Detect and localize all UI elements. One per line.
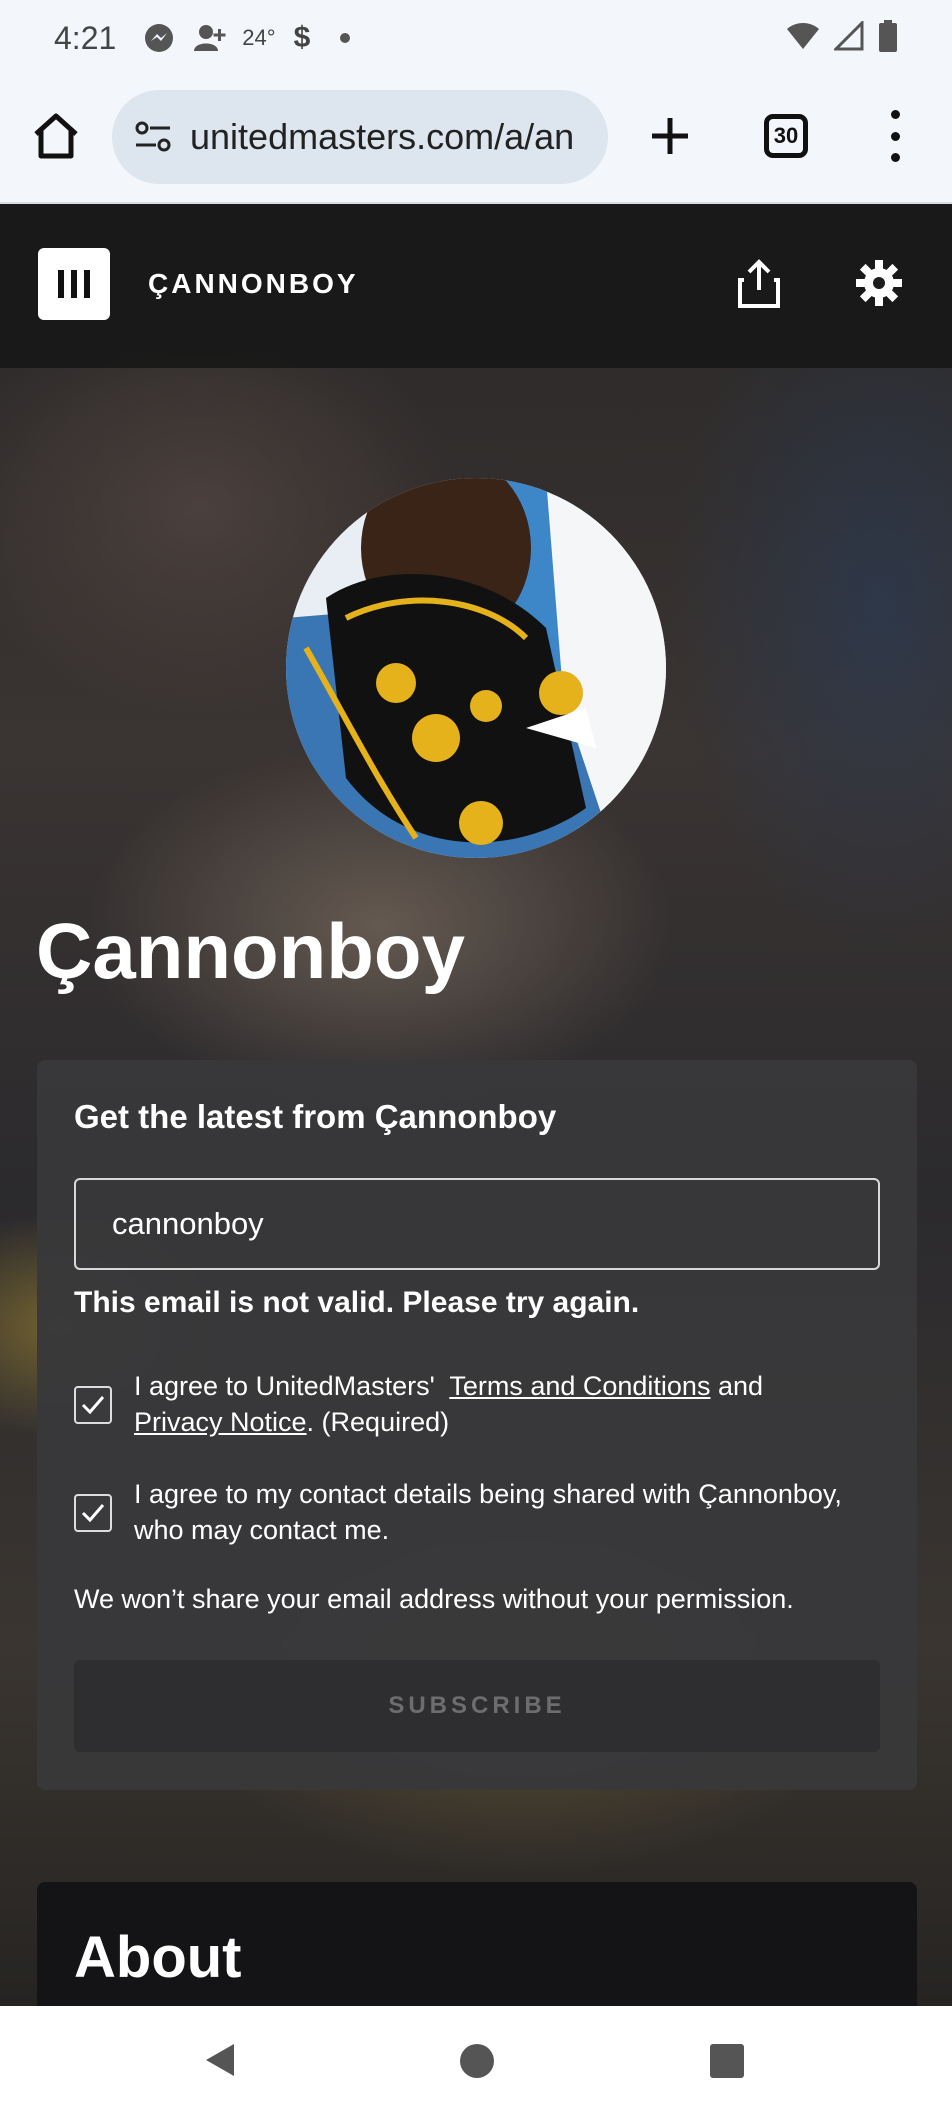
signal-icon <box>832 18 864 56</box>
about-title: About <box>74 1925 242 1990</box>
site-header: ÇANNONBOY <box>0 206 952 368</box>
site-name: ÇANNONBOY <box>148 268 359 299</box>
unitedmasters-logo[interactable] <box>38 248 110 320</box>
terms-link[interactable]: Terms and Conditions <box>449 1371 710 1401</box>
terms-checkbox[interactable] <box>74 1386 112 1424</box>
url-text: unitedmasters.com/a/an <box>190 116 575 157</box>
terms-consent-label: I agree to UnitedMasters' Terms and Cond… <box>134 1368 854 1440</box>
home-icon[interactable] <box>30 110 82 162</box>
artist-page: ÇANNONBOY Çannonboy Get the latest from … <box>0 206 952 2006</box>
dollar-icon: $ <box>293 21 311 54</box>
subscribe-card: Get the latest from Çannonboy This email… <box>37 1060 917 1790</box>
privacy-suffix: . (Required) <box>306 1407 450 1437</box>
site-settings-icon[interactable] <box>132 115 176 159</box>
terms-prefix: I agree to UnitedMasters' <box>134 1371 435 1401</box>
checkmark-icon <box>81 1504 105 1523</box>
subscribe-button[interactable]: SUBSCRIBE <box>74 1660 880 1752</box>
artist-name: Çannonboy <box>36 907 465 995</box>
home-circle-icon[interactable] <box>460 2044 494 2078</box>
artist-avatar <box>286 478 666 858</box>
tab-switcher-button[interactable]: 30 <box>764 114 808 158</box>
contact-consent-checkbox[interactable] <box>74 1494 112 1532</box>
wifi-icon <box>786 21 820 56</box>
messenger-icon <box>142 21 176 55</box>
recents-square-icon[interactable] <box>710 2044 744 2078</box>
gear-icon[interactable] <box>854 258 904 308</box>
terms-and: and <box>717 1371 764 1401</box>
more-menu-icon[interactable] <box>880 110 910 162</box>
status-bar: 4:21 24° $ <box>0 0 952 76</box>
about-section: About <box>37 1882 917 2006</box>
email-field[interactable] <box>74 1178 880 1270</box>
new-tab-icon[interactable] <box>646 112 694 160</box>
battery-icon <box>878 19 898 57</box>
share-icon[interactable] <box>736 258 782 310</box>
privacy-link[interactable]: Privacy Notice <box>134 1407 307 1437</box>
privacy-note: We won’t share your email address withou… <box>74 1584 794 1614</box>
temperature: 24° <box>242 25 276 50</box>
add-contact-icon <box>192 21 226 55</box>
browser-toolbar: unitedmasters.com/a/an 30 <box>0 76 952 204</box>
back-icon[interactable] <box>200 2040 240 2080</box>
status-time: 4:21 <box>54 19 117 56</box>
checkmark-icon <box>81 1396 105 1415</box>
email-error-message: This email is not valid. Please try agai… <box>74 1286 640 1319</box>
address-bar[interactable]: unitedmasters.com/a/an <box>112 90 608 184</box>
contact-consent-label: I agree to my contact details being shar… <box>134 1479 842 1545</box>
system-nav-bar <box>0 2006 952 2116</box>
notification-dot-icon <box>340 33 351 43</box>
subscribe-title: Get the latest from Çannonboy <box>74 1098 557 1135</box>
